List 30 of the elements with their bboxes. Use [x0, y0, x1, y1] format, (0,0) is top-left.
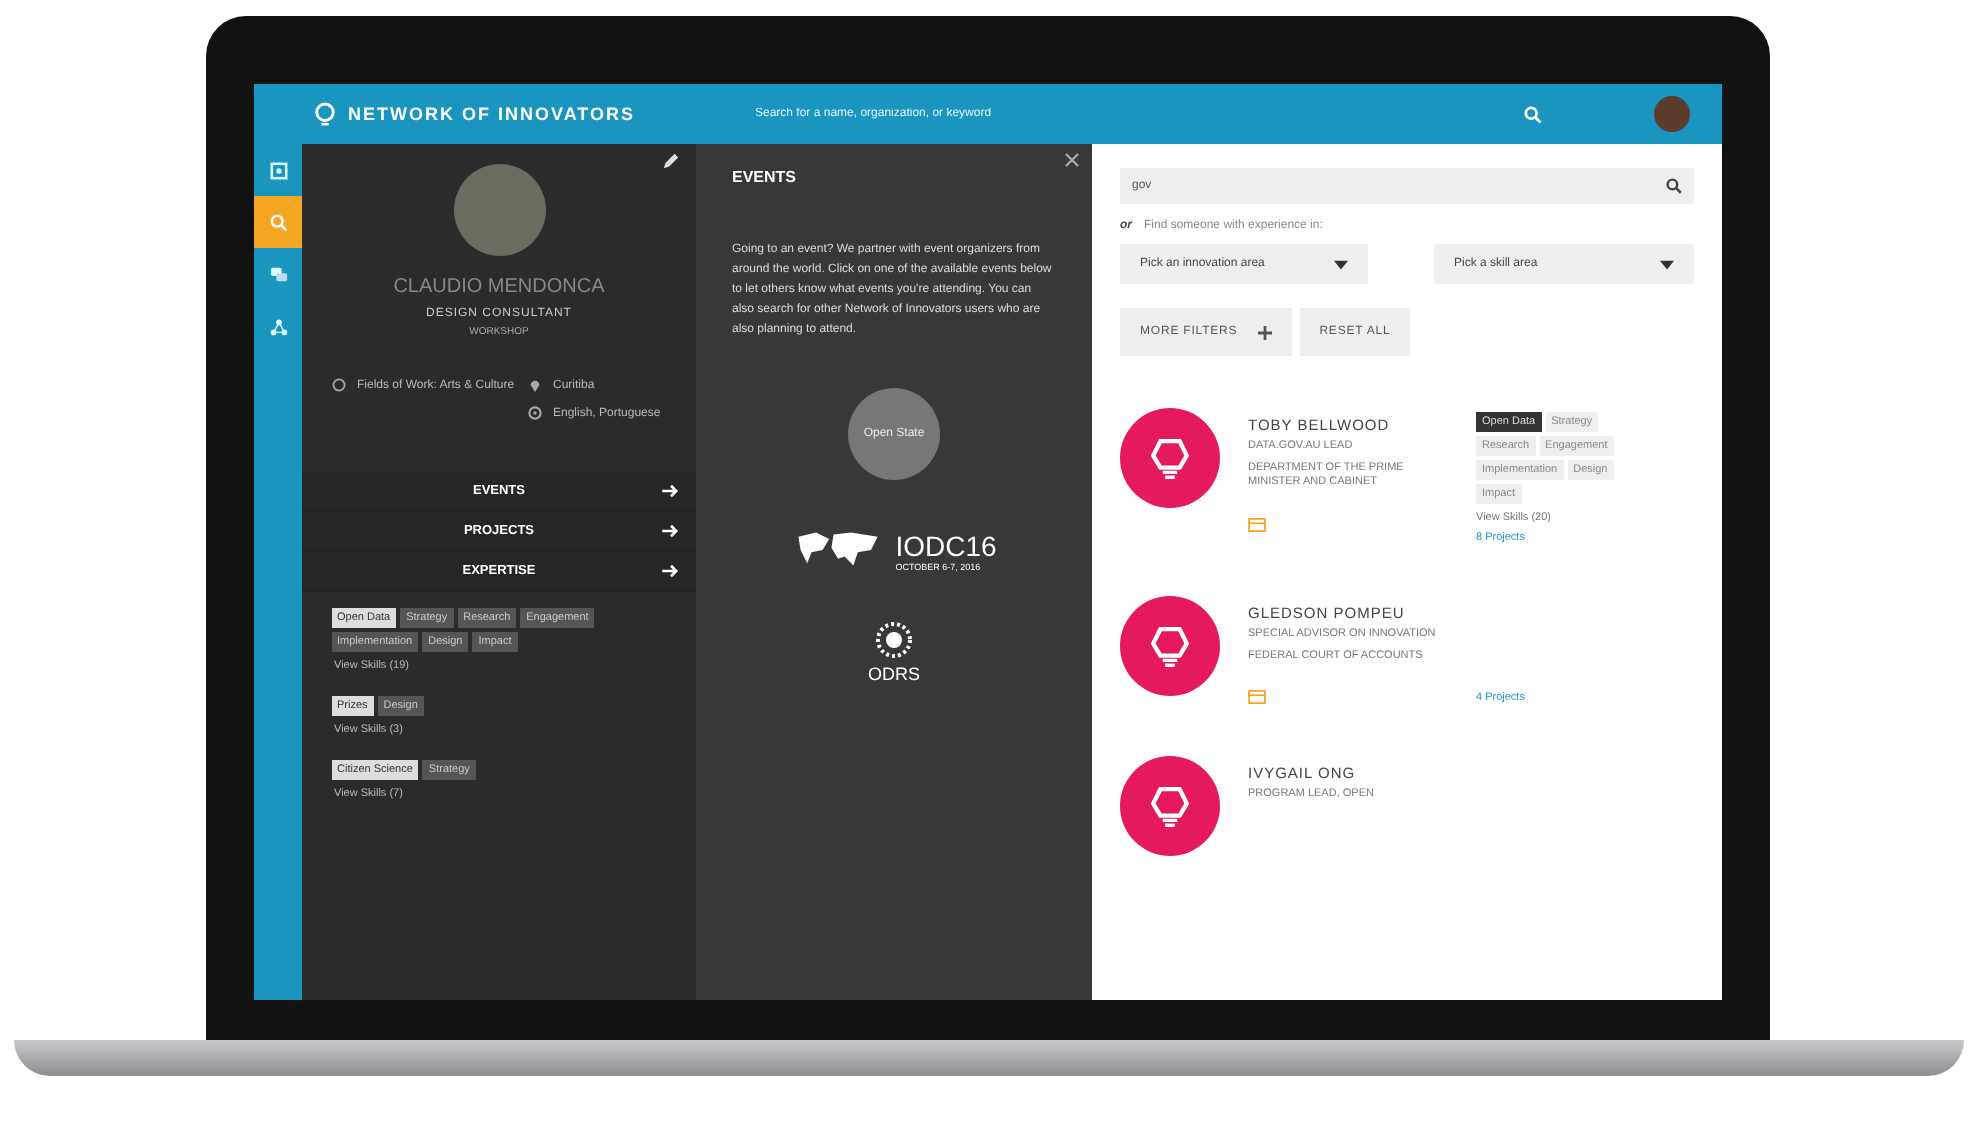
arrow-right-icon [662, 564, 680, 578]
arrow-right-icon [662, 524, 680, 538]
network-icon [269, 317, 287, 335]
caret-icon [1334, 259, 1348, 269]
events-title: EVENTS [732, 168, 799, 186]
user-avatar[interactable] [1654, 96, 1690, 132]
lightbulb-icon [314, 101, 336, 127]
search-icon [269, 213, 287, 231]
event-name: IODC16 [895, 529, 997, 562]
close-icon[interactable] [1064, 152, 1080, 168]
pencil-icon[interactable] [662, 152, 680, 170]
app-logo-text: NETWORK OF INNOVATORS [348, 104, 635, 124]
arrow-right-icon [662, 484, 680, 498]
profile-name: CLAUDIO MENDONCA [393, 276, 605, 298]
event-name: ODRS [867, 664, 920, 685]
caret-icon [1660, 259, 1674, 269]
search-icon [1666, 178, 1682, 194]
lightbulb-avatar [1120, 756, 1220, 857]
search-icon[interactable] [1524, 105, 1542, 123]
plus-icon [1257, 325, 1272, 339]
map-pin-icon [527, 378, 541, 392]
calendar-icon [1248, 518, 1266, 533]
photo-placeholder [453, 164, 545, 256]
dotted-globe-icon [873, 620, 914, 661]
calendar-icon [1248, 690, 1266, 705]
event-logo[interactable]: ODRS [867, 620, 920, 685]
chat-icon [269, 265, 287, 283]
lightbulb-avatar [1120, 596, 1220, 696]
lightbulb-avatar [1120, 408, 1220, 508]
image-icon [269, 161, 287, 179]
